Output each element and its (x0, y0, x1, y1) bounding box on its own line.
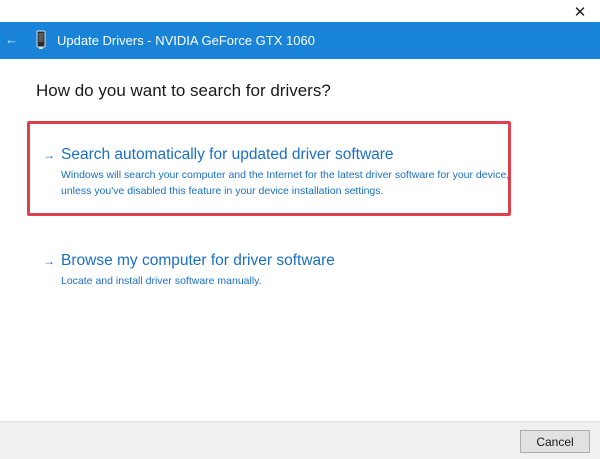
arrow-right-icon: → (43, 254, 55, 268)
option-title[interactable]: Search automatically for updated driver … (61, 145, 394, 165)
close-icon: ✕ (573, 4, 587, 21)
option-description: Windows will search your computer and th… (61, 169, 510, 197)
close-button[interactable]: ✕ (560, 0, 600, 24)
page-heading: How do you want to search for drivers? (36, 81, 331, 100)
dialog-title: Update Drivers - NVIDIA GeForce GTX 1060 (57, 33, 315, 48)
option-description: Locate and install driver software manua… (61, 275, 262, 287)
dialog-footer: Cancel (0, 421, 600, 459)
cancel-button[interactable]: Cancel (520, 430, 590, 453)
device-icon (33, 30, 49, 50)
dialog-content: How do you want to search for drivers? →… (0, 59, 600, 421)
option-title[interactable]: Browse my computer for driver software (61, 251, 335, 271)
back-arrow-icon[interactable]: ← (5, 31, 21, 49)
arrow-right-icon: → (43, 148, 55, 162)
dialog-header: ← Update Drivers - NVIDIA GeForce GTX 10… (0, 22, 600, 59)
